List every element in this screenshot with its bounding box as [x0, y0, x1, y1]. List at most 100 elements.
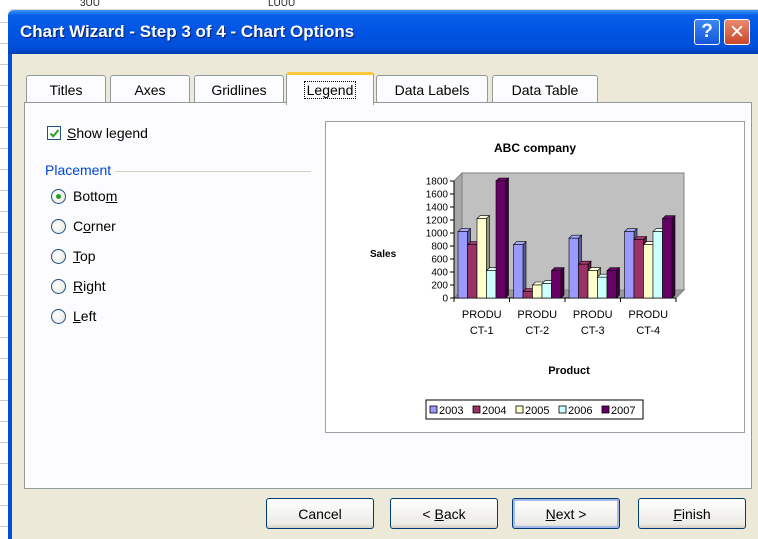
radio-top[interactable]: Top — [51, 248, 96, 264]
tab-label: Axes — [134, 81, 166, 98]
legend-options-panel: Show legend Placement Bottom Corner Top … — [24, 102, 752, 489]
back-button[interactable]: < Back — [390, 498, 498, 529]
bar — [495, 180, 506, 299]
radio-left[interactable]: Left — [51, 308, 96, 324]
tab-label: Data Table — [511, 81, 579, 98]
y-tick-label: 400 — [431, 268, 448, 279]
x-tick-label: CT-1 — [470, 325, 494, 337]
bar — [624, 231, 635, 299]
show-legend-label: Show legend — [67, 125, 148, 141]
bar-side-face — [505, 177, 509, 299]
tab-label: Data Labels — [394, 81, 470, 98]
chart-wizard-dialog: Chart Wizard - Step 3 of 4 - Chart Optio… — [8, 10, 758, 539]
spreadsheet-header-strip: 3UU LUUU — [0, 0, 758, 10]
radio-button-checked[interactable] — [51, 188, 66, 204]
close-icon: ✕ — [729, 21, 745, 43]
tab-gridlines[interactable]: Gridlines — [194, 75, 284, 103]
bar — [633, 239, 644, 299]
x-tick-label: CT-3 — [581, 325, 605, 337]
window-frame — [8, 54, 12, 539]
radio-button[interactable] — [51, 218, 66, 234]
chart-ylabel: Sales — [370, 249, 397, 260]
radio-label-top: Top — [73, 248, 96, 264]
cancel-button[interactable]: Cancel — [266, 498, 374, 529]
y-tick-label: 600 — [431, 255, 448, 266]
bar — [551, 270, 562, 299]
radio-label-left: Left — [73, 308, 97, 324]
bar — [587, 270, 598, 299]
y-tick-label: 800 — [431, 242, 448, 253]
y-tick-label: 1000 — [426, 229, 449, 240]
show-legend-checkbox-row[interactable]: Show legend — [47, 125, 148, 141]
bar — [597, 276, 608, 299]
finish-button[interactable]: Finish — [638, 498, 746, 529]
y-tick-label: 0 — [442, 294, 448, 305]
radio-bottom[interactable]: Bottom — [51, 188, 117, 204]
bar — [541, 283, 552, 299]
y-tick-label: 200 — [431, 281, 448, 292]
radio-button[interactable] — [51, 308, 66, 324]
tab-data-labels[interactable]: Data Labels — [376, 75, 488, 103]
checkmark-icon — [49, 128, 59, 138]
placement-group-label: Placement — [45, 162, 116, 178]
legend-swatch — [601, 405, 610, 414]
bar-side-face — [560, 266, 565, 299]
x-tick-label: PRODU — [573, 309, 613, 321]
legend-swatch — [515, 405, 524, 414]
radio-button[interactable] — [51, 278, 66, 294]
chart-xlabel: Product — [548, 365, 590, 377]
bar-side-face — [671, 214, 676, 299]
radio-button[interactable] — [51, 248, 66, 264]
bar — [522, 291, 533, 299]
chart-preview: ABC company Sales 0 200 400 600 800 1000 1200 140… — [325, 121, 745, 433]
x-tick-label: PRODU — [628, 309, 668, 321]
tab-label: Titles — [49, 81, 83, 98]
radio-label-bottom: Bottom — [73, 188, 118, 204]
spreadsheet-cell: LUUU — [268, 0, 296, 9]
x-tick-label: CT-4 — [636, 325, 660, 337]
bar — [486, 270, 497, 299]
back-button-label: < Back — [422, 505, 466, 522]
bar — [662, 218, 673, 299]
legend-entry: 2004 — [482, 405, 506, 417]
tab-legend[interactable]: Legend — [286, 72, 374, 105]
y-tick-label: 1600 — [426, 190, 449, 201]
x-tick-label: PRODU — [517, 309, 557, 321]
tab-label: Legend — [303, 81, 357, 99]
radio-label-corner: Corner — [73, 218, 116, 234]
bar — [568, 237, 579, 299]
legend-swatch — [472, 405, 481, 414]
legend-entry: 2005 — [525, 405, 549, 417]
bar — [578, 263, 589, 299]
help-icon: ? — [701, 21, 713, 42]
y-tick-label: 1400 — [426, 203, 449, 214]
chart-title: ABC company — [494, 141, 576, 155]
tab-label: Gridlines — [211, 81, 267, 98]
legend-entry: 2003 — [439, 405, 463, 417]
close-button[interactable]: ✕ — [724, 19, 750, 45]
tab-titles[interactable]: Titles — [26, 75, 106, 103]
bar-side-face — [616, 266, 620, 299]
bar — [532, 284, 543, 299]
finish-button-label: Finish — [673, 505, 711, 522]
bar — [457, 231, 468, 299]
bar — [476, 218, 487, 299]
radio-corner[interactable]: Corner — [51, 218, 116, 234]
spreadsheet-cell: 3UU — [80, 0, 101, 9]
title-bar[interactable]: Chart Wizard - Step 3 of 4 - Chart Optio… — [8, 10, 758, 54]
radio-right[interactable]: Right — [51, 278, 106, 294]
next-button-label: Next > — [545, 505, 587, 522]
help-button[interactable]: ? — [694, 19, 720, 45]
window-title: Chart Wizard - Step 3 of 4 - Chart Optio… — [20, 22, 355, 41]
chart-preview-svg: ABC company Sales 0 200 400 600 800 1000 1200 140… — [370, 141, 686, 420]
x-tick-label: PRODU — [462, 309, 502, 321]
x-tick-label: CT-2 — [525, 325, 549, 337]
legend-swatch — [558, 405, 567, 414]
tab-data-table[interactable]: Data Table — [492, 75, 598, 103]
next-button[interactable]: Next > — [512, 498, 620, 529]
radio-label-right: Right — [73, 278, 106, 294]
bar — [513, 244, 524, 299]
show-legend-checkbox[interactable] — [47, 126, 61, 140]
tab-axes[interactable]: Axes — [110, 75, 190, 103]
bar — [606, 270, 617, 299]
